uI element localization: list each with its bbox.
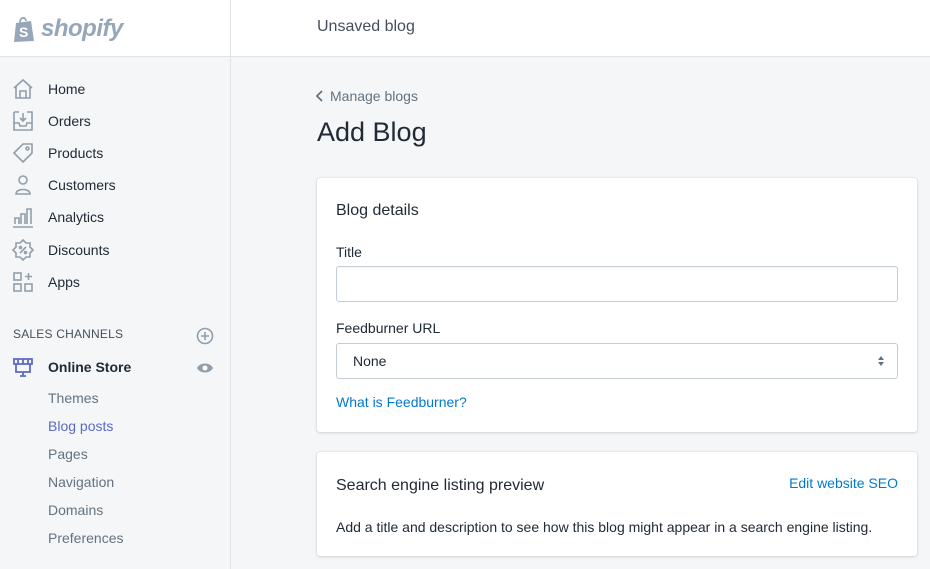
plus-circle-icon[interactable] (196, 327, 214, 345)
sidebar-item-label: Analytics (48, 209, 105, 225)
sidebar: Home Orders Products Customers Analytics… (0, 57, 231, 569)
eye-icon[interactable] (196, 360, 214, 376)
sidebar-subitem-domains[interactable]: Domains (48, 502, 103, 518)
sidebar-item-label: Products (48, 145, 104, 161)
sidebar-item-label: Apps (48, 274, 80, 290)
sidebar-subitem-pages[interactable]: Pages (48, 446, 88, 462)
sidebar-item-label: Home (48, 81, 86, 97)
feedburner-select[interactable]: None (336, 343, 898, 379)
sidebar-item-label: Customers (48, 177, 116, 193)
feedburner-label: Feedburner URL (336, 320, 441, 336)
discount-icon (12, 239, 34, 261)
chevron-left-icon (316, 90, 323, 102)
svg-text:S: S (19, 24, 28, 40)
sidebar-item-label: Online Store (48, 359, 132, 375)
sidebar-item-products[interactable]: Products (0, 138, 230, 168)
blog-details-card: Blog details Title Feedburner URL None W… (317, 178, 917, 432)
sidebar-subitem-blog-posts[interactable]: Blog posts (48, 418, 113, 434)
sidebar-subitem-navigation[interactable]: Navigation (48, 474, 114, 490)
sidebar-item-label: Orders (48, 113, 91, 129)
sidebar-subitem-preferences[interactable]: Preferences (48, 530, 123, 546)
breadcrumb-manage-blogs[interactable]: Manage blogs (316, 88, 418, 104)
orders-icon (13, 111, 33, 131)
apps-icon (13, 272, 33, 292)
sidebar-item-discounts[interactable]: Discounts (0, 235, 230, 265)
shopify-bag-icon: S (14, 16, 34, 42)
sidebar-subitem-themes[interactable]: Themes (48, 390, 99, 406)
main-content: Manage blogs Add Blog Blog details Title… (231, 57, 930, 569)
card-title: Blog details (336, 202, 419, 219)
select-arrows-icon (878, 356, 884, 366)
page-title: Add Blog (317, 117, 427, 147)
card-title: Search engine listing preview (336, 477, 545, 494)
feedburner-selected-value: None (353, 353, 387, 369)
what-is-feedburner-link[interactable]: What is Feedburner? (336, 394, 467, 410)
top-bar: S shopify Unsaved blog (0, 0, 930, 57)
home-icon (13, 78, 33, 99)
seo-preview-card: Search engine listing preview Edit websi… (317, 452, 917, 556)
edit-website-seo-link[interactable]: Edit website SEO (789, 475, 898, 491)
sidebar-item-apps[interactable]: Apps (0, 267, 230, 297)
sales-channels-header: SALES CHANNELS (13, 327, 124, 341)
topbar-title: Unsaved blog (317, 18, 415, 35)
sidebar-item-orders[interactable]: Orders (0, 106, 230, 136)
sidebar-item-label: Discounts (48, 242, 110, 258)
sidebar-item-customers[interactable]: Customers (0, 170, 230, 200)
bar-chart-icon (13, 208, 33, 228)
title-input[interactable] (336, 266, 898, 302)
person-icon (15, 175, 31, 195)
tag-icon (12, 143, 33, 164)
seo-description: Add a title and description to see how t… (336, 519, 873, 535)
brand-name: shopify (41, 14, 123, 42)
sidebar-item-analytics[interactable]: Analytics (0, 202, 230, 232)
store-icon (13, 358, 33, 377)
breadcrumb-label: Manage blogs (330, 88, 418, 104)
shopify-logo[interactable]: S shopify (0, 0, 231, 57)
title-label: Title (336, 244, 362, 260)
sidebar-item-home[interactable]: Home (0, 74, 230, 104)
